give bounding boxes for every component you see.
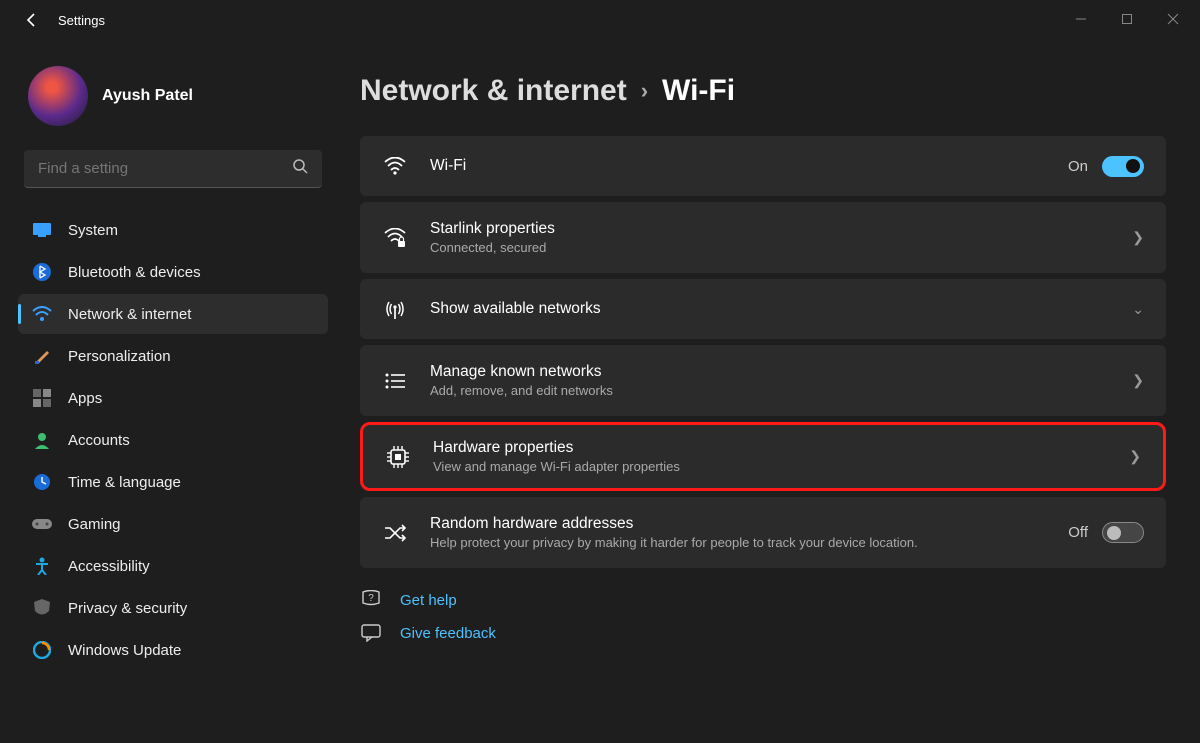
sidebar-item-accounts[interactable]: Accounts: [18, 420, 328, 460]
chevron-right-icon: ❯: [1132, 372, 1144, 389]
row-subtitle: View and manage Wi-Fi adapter properties: [433, 459, 1129, 474]
sidebar-item-label: Apps: [68, 390, 102, 407]
wifi-lock-icon: [382, 228, 408, 248]
feedback-icon: [360, 624, 382, 642]
toggle-state-label: On: [1068, 158, 1088, 175]
search-icon: [292, 158, 308, 179]
sidebar-item-label: Windows Update: [68, 642, 181, 659]
row-subtitle: Add, remove, and edit networks: [430, 383, 1132, 398]
wifi-toggle-row[interactable]: Wi-Fi On: [360, 136, 1166, 196]
person-icon: [32, 430, 52, 450]
known-networks-row[interactable]: Manage known networks Add, remove, and e…: [360, 345, 1166, 416]
row-subtitle: Connected, secured: [430, 240, 1132, 255]
sidebar-item-time-language[interactable]: Time & language: [18, 462, 328, 502]
main-panel: Network & internet › Wi-Fi Wi-Fi On Star…: [340, 40, 1200, 743]
show-networks-row[interactable]: Show available networks ⌄: [360, 279, 1166, 339]
sidebar-item-label: Bluetooth & devices: [68, 264, 201, 281]
hardware-properties-row[interactable]: Hardware properties View and manage Wi-F…: [360, 422, 1166, 491]
toggle-state-label: Off: [1068, 524, 1088, 541]
sidebar-item-apps[interactable]: Apps: [18, 378, 328, 418]
sidebar-item-label: Accessibility: [68, 558, 150, 575]
sidebar-item-gaming[interactable]: Gaming: [18, 504, 328, 544]
sidebar-item-privacy[interactable]: Privacy & security: [18, 588, 328, 628]
random-mac-toggle[interactable]: [1102, 522, 1144, 543]
sidebar-item-label: Network & internet: [68, 306, 191, 323]
user-name: Ayush Patel: [102, 87, 193, 105]
sidebar-item-label: Privacy & security: [68, 600, 187, 617]
back-button[interactable]: [20, 8, 44, 32]
breadcrumb: Network & internet › Wi-Fi: [360, 74, 1166, 108]
sidebar-item-windows-update[interactable]: Windows Update: [18, 630, 328, 670]
wifi-toggle[interactable]: [1102, 156, 1144, 177]
maximize-button[interactable]: [1104, 4, 1150, 34]
sidebar-item-accessibility[interactable]: Accessibility: [18, 546, 328, 586]
chevron-right-icon: ❯: [1129, 448, 1141, 465]
help-icon: ?: [360, 590, 382, 610]
sidebar-item-label: Time & language: [68, 474, 181, 491]
brush-icon: [32, 346, 52, 366]
close-button[interactable]: [1150, 4, 1196, 34]
chip-icon: [385, 446, 411, 468]
update-icon: [32, 640, 52, 660]
svg-text:?: ?: [368, 593, 374, 604]
sidebar-item-network[interactable]: Network & internet: [18, 294, 328, 334]
app-title: Settings: [58, 13, 105, 28]
list-icon: [382, 373, 408, 389]
avatar: [28, 66, 88, 126]
get-help-link[interactable]: ? Get help: [360, 590, 1166, 610]
search-box[interactable]: [24, 150, 322, 188]
row-title: Manage known networks: [430, 363, 1132, 381]
row-subtitle: Help protect your privacy by making it h…: [430, 535, 970, 550]
link-label: Get help: [400, 592, 457, 609]
accessibility-icon: [32, 556, 52, 576]
link-label: Give feedback: [400, 625, 496, 642]
search-input[interactable]: [38, 160, 292, 177]
row-title: Random hardware addresses: [430, 515, 1068, 533]
row-title: Wi-Fi: [430, 157, 1068, 175]
antenna-icon: [382, 299, 408, 319]
gamepad-icon: [32, 514, 52, 534]
sidebar-item-label: Accounts: [68, 432, 130, 449]
sidebar-item-personalization[interactable]: Personalization: [18, 336, 328, 376]
row-title: Starlink properties: [430, 220, 1132, 238]
breadcrumb-parent[interactable]: Network & internet: [360, 74, 627, 108]
globe-clock-icon: [32, 472, 52, 492]
shield-icon: [32, 598, 52, 618]
connection-properties-row[interactable]: Starlink properties Connected, secured ❯: [360, 202, 1166, 273]
give-feedback-link[interactable]: Give feedback: [360, 624, 1166, 642]
user-block[interactable]: Ayush Patel: [18, 58, 328, 146]
sidebar: Ayush Patel System Bluetooth & devices N…: [0, 40, 340, 743]
wifi-icon: [382, 157, 408, 175]
row-title: Show available networks: [430, 300, 1132, 318]
sidebar-item-bluetooth[interactable]: Bluetooth & devices: [18, 252, 328, 292]
sidebar-item-label: System: [68, 222, 118, 239]
sidebar-item-system[interactable]: System: [18, 210, 328, 250]
sidebar-item-label: Gaming: [68, 516, 121, 533]
monitor-icon: [32, 220, 52, 240]
row-title: Hardware properties: [433, 439, 1129, 457]
chevron-right-icon: ›: [641, 78, 648, 104]
chevron-right-icon: ❯: [1132, 229, 1144, 246]
chevron-down-icon: ⌄: [1132, 301, 1144, 318]
shuffle-icon: [382, 524, 408, 542]
sidebar-item-label: Personalization: [68, 348, 171, 365]
breadcrumb-current: Wi-Fi: [662, 74, 735, 108]
random-mac-row[interactable]: Random hardware addresses Help protect y…: [360, 497, 1166, 568]
minimize-button[interactable]: [1058, 4, 1104, 34]
bluetooth-icon: [32, 262, 52, 282]
wifi-icon: [32, 304, 52, 324]
apps-icon: [32, 388, 52, 408]
